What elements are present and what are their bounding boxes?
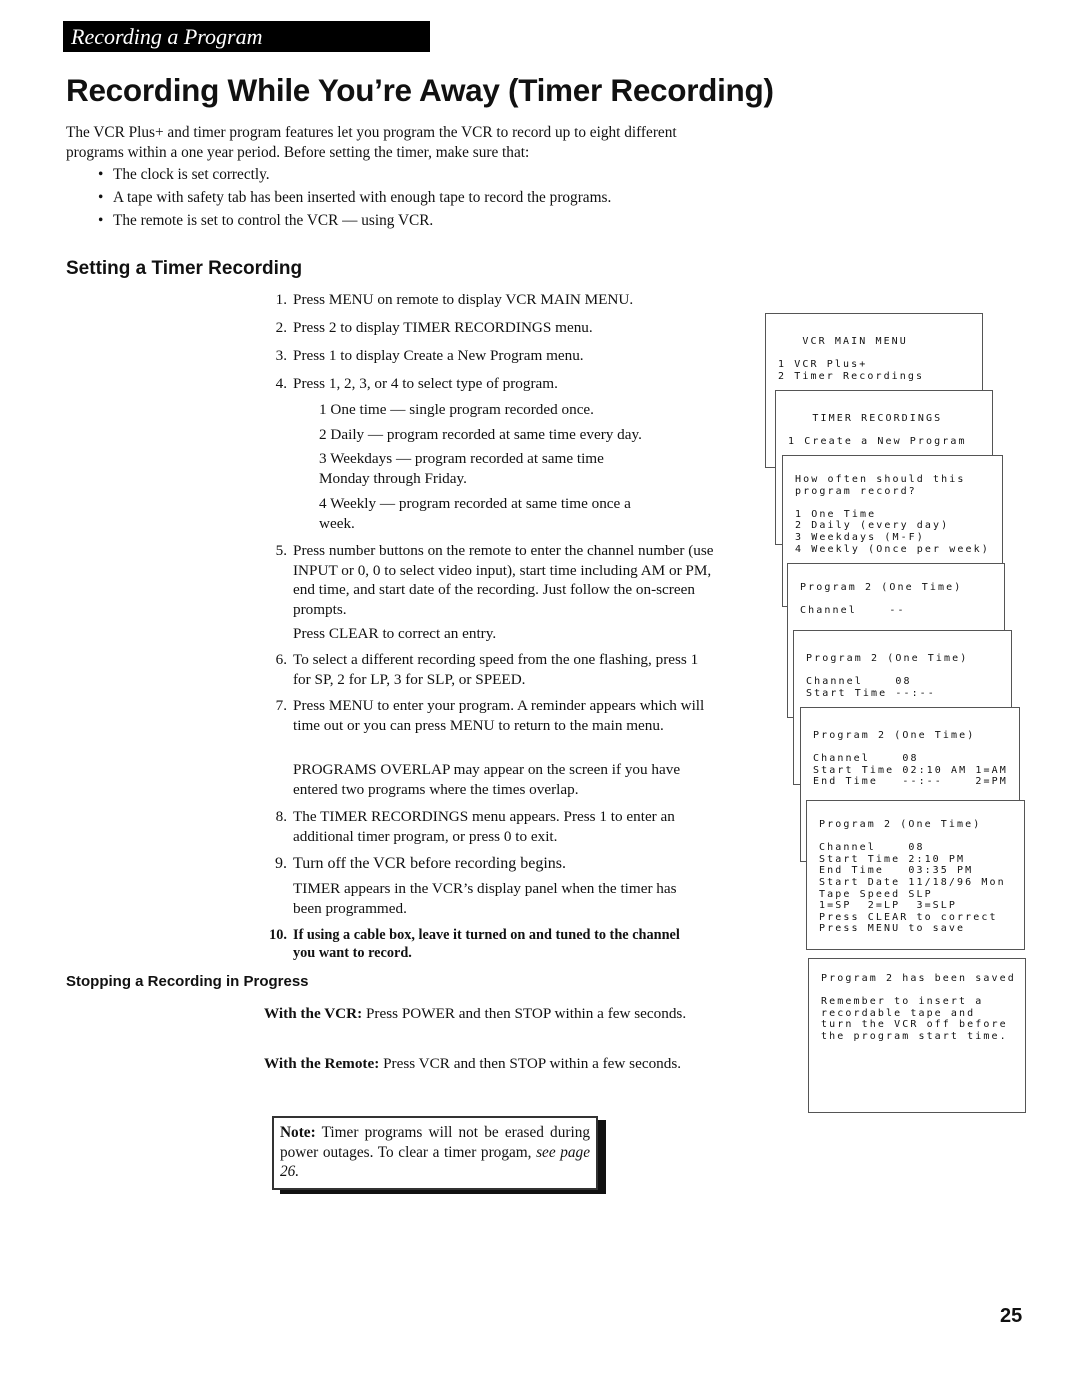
screen-line: recordable tape and (821, 1007, 976, 1019)
screen-line: the program start time. (821, 1030, 1008, 1042)
screen-line: Start Time --:-- (806, 687, 936, 699)
screen-line: How often should this (795, 474, 966, 485)
step: 5. Press number buttons on the remote to … (275, 542, 714, 618)
note-box: Note: Timer programs will not be erased … (272, 1116, 598, 1190)
screen-line: 1 VCR Plus+ (778, 359, 868, 371)
screen-line (795, 497, 1002, 509)
step-note: TIMER appears in the VCR’s display panel… (293, 880, 677, 917)
step: 10. If using a cable box, leave it turned… (269, 927, 680, 961)
screen-line: Start Time 2:10 PM (819, 853, 966, 865)
step: 2. Press 2 to display TIMER RECORDINGS me… (275, 319, 593, 336)
screen-line: Channel 08 (819, 842, 925, 854)
intro-text: The VCR Plus+ and timer program features… (66, 124, 677, 161)
step-note: Press CLEAR to correct an entry. (293, 625, 497, 642)
program-type: 2 Daily — program recorded at same time … (319, 426, 642, 443)
screen-line (806, 665, 1011, 677)
screen-line: Tape Speed SLP (819, 888, 933, 900)
screen-line: 1=SP 2=LP 3=SLP (819, 900, 958, 912)
step: 6. To select a different recording speed … (275, 651, 699, 688)
screen-line: 2 Daily (every day) (795, 520, 950, 532)
program-type: 1 One time — single program recorded onc… (319, 401, 594, 418)
screen-line: Press CLEAR to correct (819, 911, 998, 923)
stop-vcr: With the VCR: Press POWER and then STOP … (264, 1005, 687, 1022)
screen-line: End Time 03:35 PM (819, 865, 974, 877)
screen-line: VCR MAIN MENU (778, 336, 908, 347)
section-header: Recording a Program (63, 21, 430, 52)
screen-line: Press MENU to save (819, 923, 966, 935)
screen-line (778, 348, 982, 360)
program-type: 3 Weekdays — program recorded at same ti… (319, 450, 604, 487)
stop-remote: With the Remote: Press VCR and then STOP… (264, 1055, 682, 1072)
step: 3. Press 1 to display Create a New Progra… (275, 347, 584, 364)
screen-line: TIMER RECORDINGS (788, 413, 943, 424)
manual-page: Recording a Program Recording While You’… (0, 0, 1080, 1397)
screen-line: Channel 08 (806, 676, 912, 688)
screen-line: 3 Weekdays (M-F) (795, 531, 925, 543)
screen-line: Program 2 (One Time) (806, 653, 969, 664)
screen-line: 4 Weekly (Once per week) (795, 543, 990, 555)
step: 8. The TIMER RECORDINGS menu appears. Pre… (275, 808, 675, 845)
screen-line (813, 742, 1019, 754)
program-type: 4 Weekly — program recorded at same time… (319, 495, 631, 532)
screen-line: Program 2 (One Time) (800, 582, 963, 593)
screen-line (819, 831, 1024, 843)
page-number: 25 (1000, 1305, 1023, 1327)
screen-line: turn the VCR off before (821, 1019, 1008, 1031)
screen-line: Start Date 11/18/96 Mon (819, 876, 1006, 888)
screen-line: 1 One Time (795, 508, 877, 520)
screen-line: Channel 08 (813, 753, 919, 765)
section-heading: Setting a Timer Recording (66, 258, 303, 279)
screen-line: Channel -- (800, 605, 906, 617)
screen-line: Program 2 has been saved (821, 973, 1016, 984)
step: 9. Turn off the VCR before recording begi… (275, 855, 566, 872)
step: 1. Press MENU on remote to display VCR MA… (275, 291, 634, 308)
screen-line: End Time --:-- 2=PM (813, 776, 1008, 788)
step-note: PROGRAMS OVERLAP may appear on the scree… (293, 761, 681, 798)
screen-line: 1 Create a New Program (788, 436, 967, 448)
screen-line: Remember to insert a (821, 996, 984, 1008)
screen-line (788, 425, 992, 437)
step: 4. Press 1, 2, 3, or 4 to select type of … (275, 375, 558, 392)
screen-line: 2 Timer Recordings (778, 370, 925, 382)
step: 7. Press MENU to enter your program. A re… (275, 697, 705, 734)
screen-line (800, 594, 1004, 606)
tv-screen: Program 2 has been saved Remember to ins… (808, 958, 1026, 1113)
page-title: Recording While You’re Away (Timer Recor… (66, 72, 774, 108)
screen-line: Start Time 02:10 AM 1=AM (813, 764, 1008, 776)
screen-line: Program 2 (One Time) (813, 730, 976, 741)
tv-screen: Program 2 (One Time) Channel 08 Start Tim… (806, 800, 1025, 950)
subsection-heading: Stopping a Recording in Progress (66, 973, 309, 990)
screen-line (821, 985, 1025, 997)
screen-line: program record? (795, 485, 917, 497)
screen-line: Program 2 (One Time) (819, 819, 982, 830)
